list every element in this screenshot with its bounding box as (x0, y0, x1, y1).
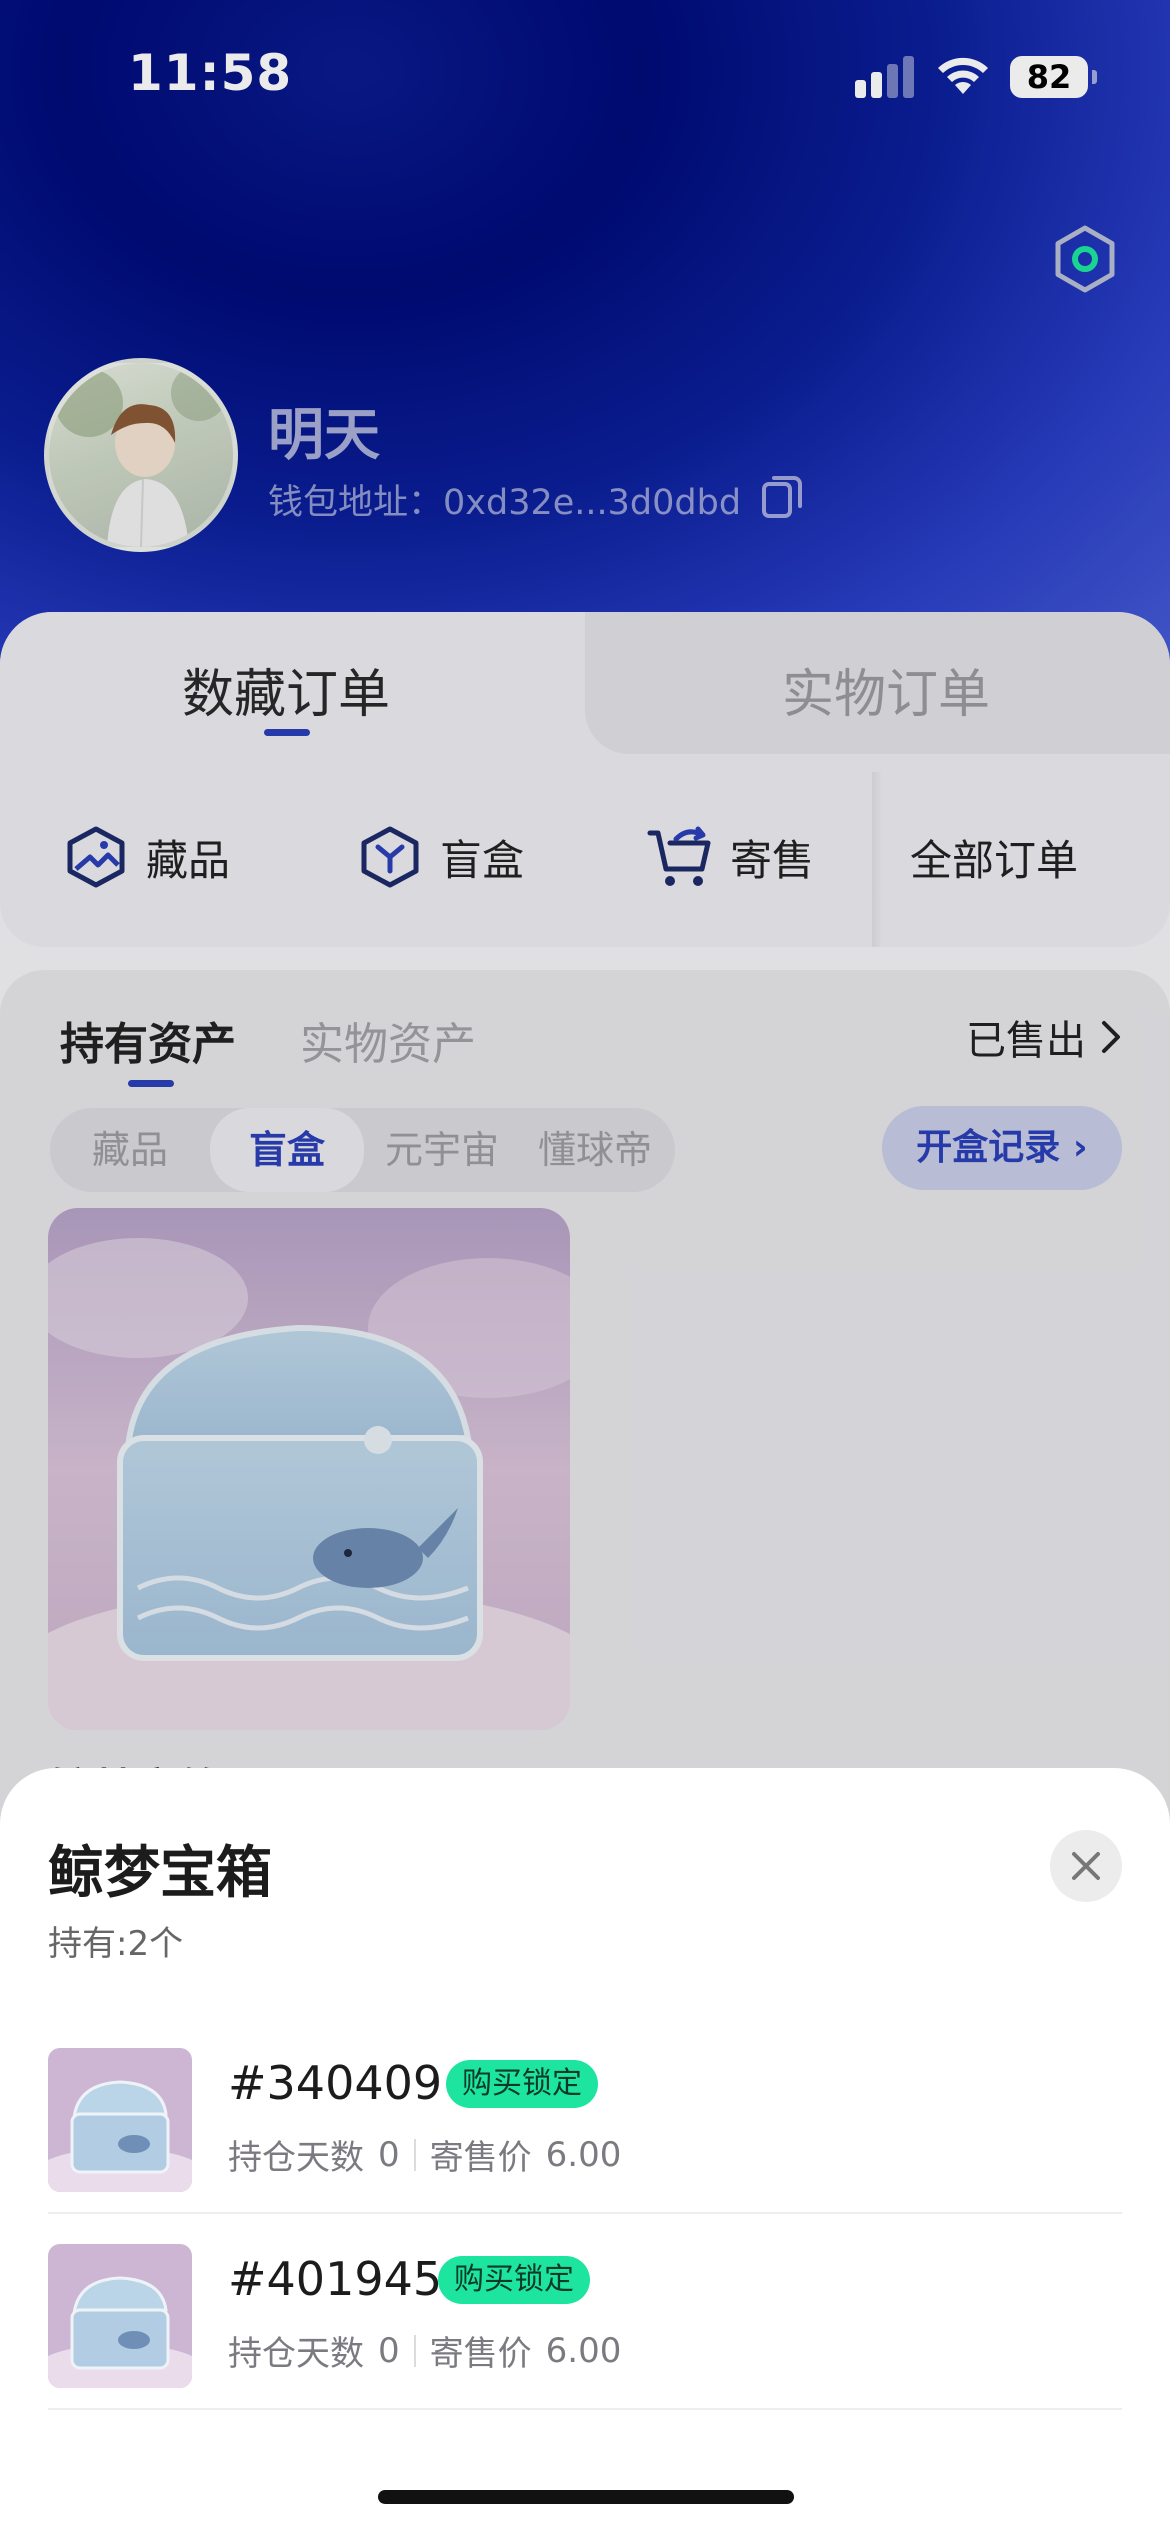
divider (413, 2138, 416, 2171)
item-thumbnail (48, 2048, 192, 2192)
collection-icon (67, 826, 125, 888)
cellular-signal-icon (855, 56, 915, 98)
sold-label: 已售出 (966, 1018, 1086, 1064)
status-time: 11:58 (128, 44, 293, 102)
item-serial: #340409 (228, 2056, 443, 2110)
cart-icon (647, 826, 711, 886)
close-button[interactable] (1050, 1830, 1122, 1902)
status-bar: 11:58 82 (0, 0, 1170, 150)
filter-collection[interactable]: 藏品 (50, 1108, 210, 1192)
all-orders-button[interactable]: 全部订单 (910, 817, 1078, 897)
divider (872, 772, 882, 947)
filter-blindbox[interactable]: 盲盒 (210, 1108, 364, 1192)
copy-icon[interactable] (760, 472, 804, 520)
consign-price-label: 寄售价 (429, 2334, 532, 2374)
tab-physical-assets[interactable]: 实物资产 (300, 1008, 476, 1072)
blindbox-card-image[interactable] (48, 1208, 570, 1730)
status-badge: 购买锁定 (446, 2060, 598, 2108)
tab-active-indicator (264, 729, 310, 736)
settings-hexagon-icon[interactable] (1050, 224, 1120, 294)
sheet-holding-count: 持有:2个 (48, 1924, 184, 1964)
tab-held-assets[interactable]: 持有资产 (60, 1008, 236, 1072)
sold-link[interactable]: 已售出 (966, 1008, 1126, 1066)
sheet-title: 鲸梦宝箱 (48, 1841, 272, 1906)
order-category-row: 藏品 盲盒 寄售 全部订单 (0, 772, 1170, 947)
order-category-blindbox[interactable]: 盲盒 (356, 817, 524, 897)
home-indicator (378, 2490, 794, 2504)
close-icon (1072, 1852, 1100, 1880)
order-category-consign[interactable]: 寄售 (646, 817, 814, 897)
list-item[interactable]: #340409 购买锁定 持仓天数 0 寄售价 6.00 (48, 2018, 1122, 2214)
chevron-right-icon: › (1072, 1127, 1088, 1168)
order-category-collection[interactable]: 藏品 (62, 817, 230, 897)
wifi-icon (938, 57, 988, 94)
open-record-button[interactable]: 开盒记录 › (882, 1106, 1122, 1190)
order-category-label: 寄售 (730, 835, 815, 885)
wallet-address: 钱包地址：0xd32e...3d0dbd (268, 474, 741, 525)
chevron-right-icon (1102, 1021, 1120, 1053)
order-card: 数藏订单 实物订单 藏品 盲盒 寄售 全部订单 (0, 612, 1170, 947)
divider (413, 2334, 416, 2367)
avatar[interactable] (44, 358, 238, 552)
username: 明天 (268, 403, 380, 468)
holding-days-label: 持仓天数 (228, 2334, 364, 2374)
asset-filter-pills: 藏品 盲盒 元宇宙 懂球帝 (50, 1108, 675, 1192)
all-orders-label: 全部订单 (910, 835, 1079, 885)
holding-days-value: 0 (378, 2134, 400, 2175)
status-badge: 购买锁定 (438, 2256, 590, 2304)
open-record-label: 开盒记录 (916, 1127, 1061, 1168)
item-serial: #401945 (228, 2252, 443, 2306)
item-meta: 持仓天数 0 寄售价 6.00 (228, 2130, 621, 2179)
filter-metaverse[interactable]: 元宇宙 (364, 1108, 520, 1192)
consign-price-value: 6.00 (545, 2330, 622, 2371)
item-meta: 持仓天数 0 寄售价 6.00 (228, 2326, 621, 2375)
asset-tab-indicator (128, 1080, 174, 1087)
battery-indicator: 82 (1010, 56, 1097, 98)
item-thumbnail (48, 2244, 192, 2388)
blindbox-detail-sheet: 鲸梦宝箱 持有:2个 #340409 购买锁定 持仓天数 0 寄售价 6.00 (0, 1768, 1170, 2532)
filter-dongqiudi[interactable]: 懂球帝 (520, 1108, 670, 1192)
blindbox-icon (361, 826, 419, 888)
consign-price-value: 6.00 (545, 2134, 622, 2175)
holding-days-value: 0 (378, 2330, 400, 2371)
holding-days-label: 持仓天数 (228, 2138, 364, 2178)
wallet-label: 钱包地址： (268, 483, 444, 523)
order-category-label: 盲盒 (440, 835, 525, 885)
consign-price-label: 寄售价 (429, 2138, 532, 2178)
list-item[interactable]: #401945 购买锁定 持仓天数 0 寄售价 6.00 (48, 2214, 1122, 2410)
tab-digital-orders-label: 数藏订单 (182, 665, 391, 725)
tab-physical-orders-label: 实物订单 (782, 665, 991, 725)
order-category-label: 藏品 (146, 835, 231, 885)
wallet-value: 0xd32e...3d0dbd (443, 483, 742, 523)
